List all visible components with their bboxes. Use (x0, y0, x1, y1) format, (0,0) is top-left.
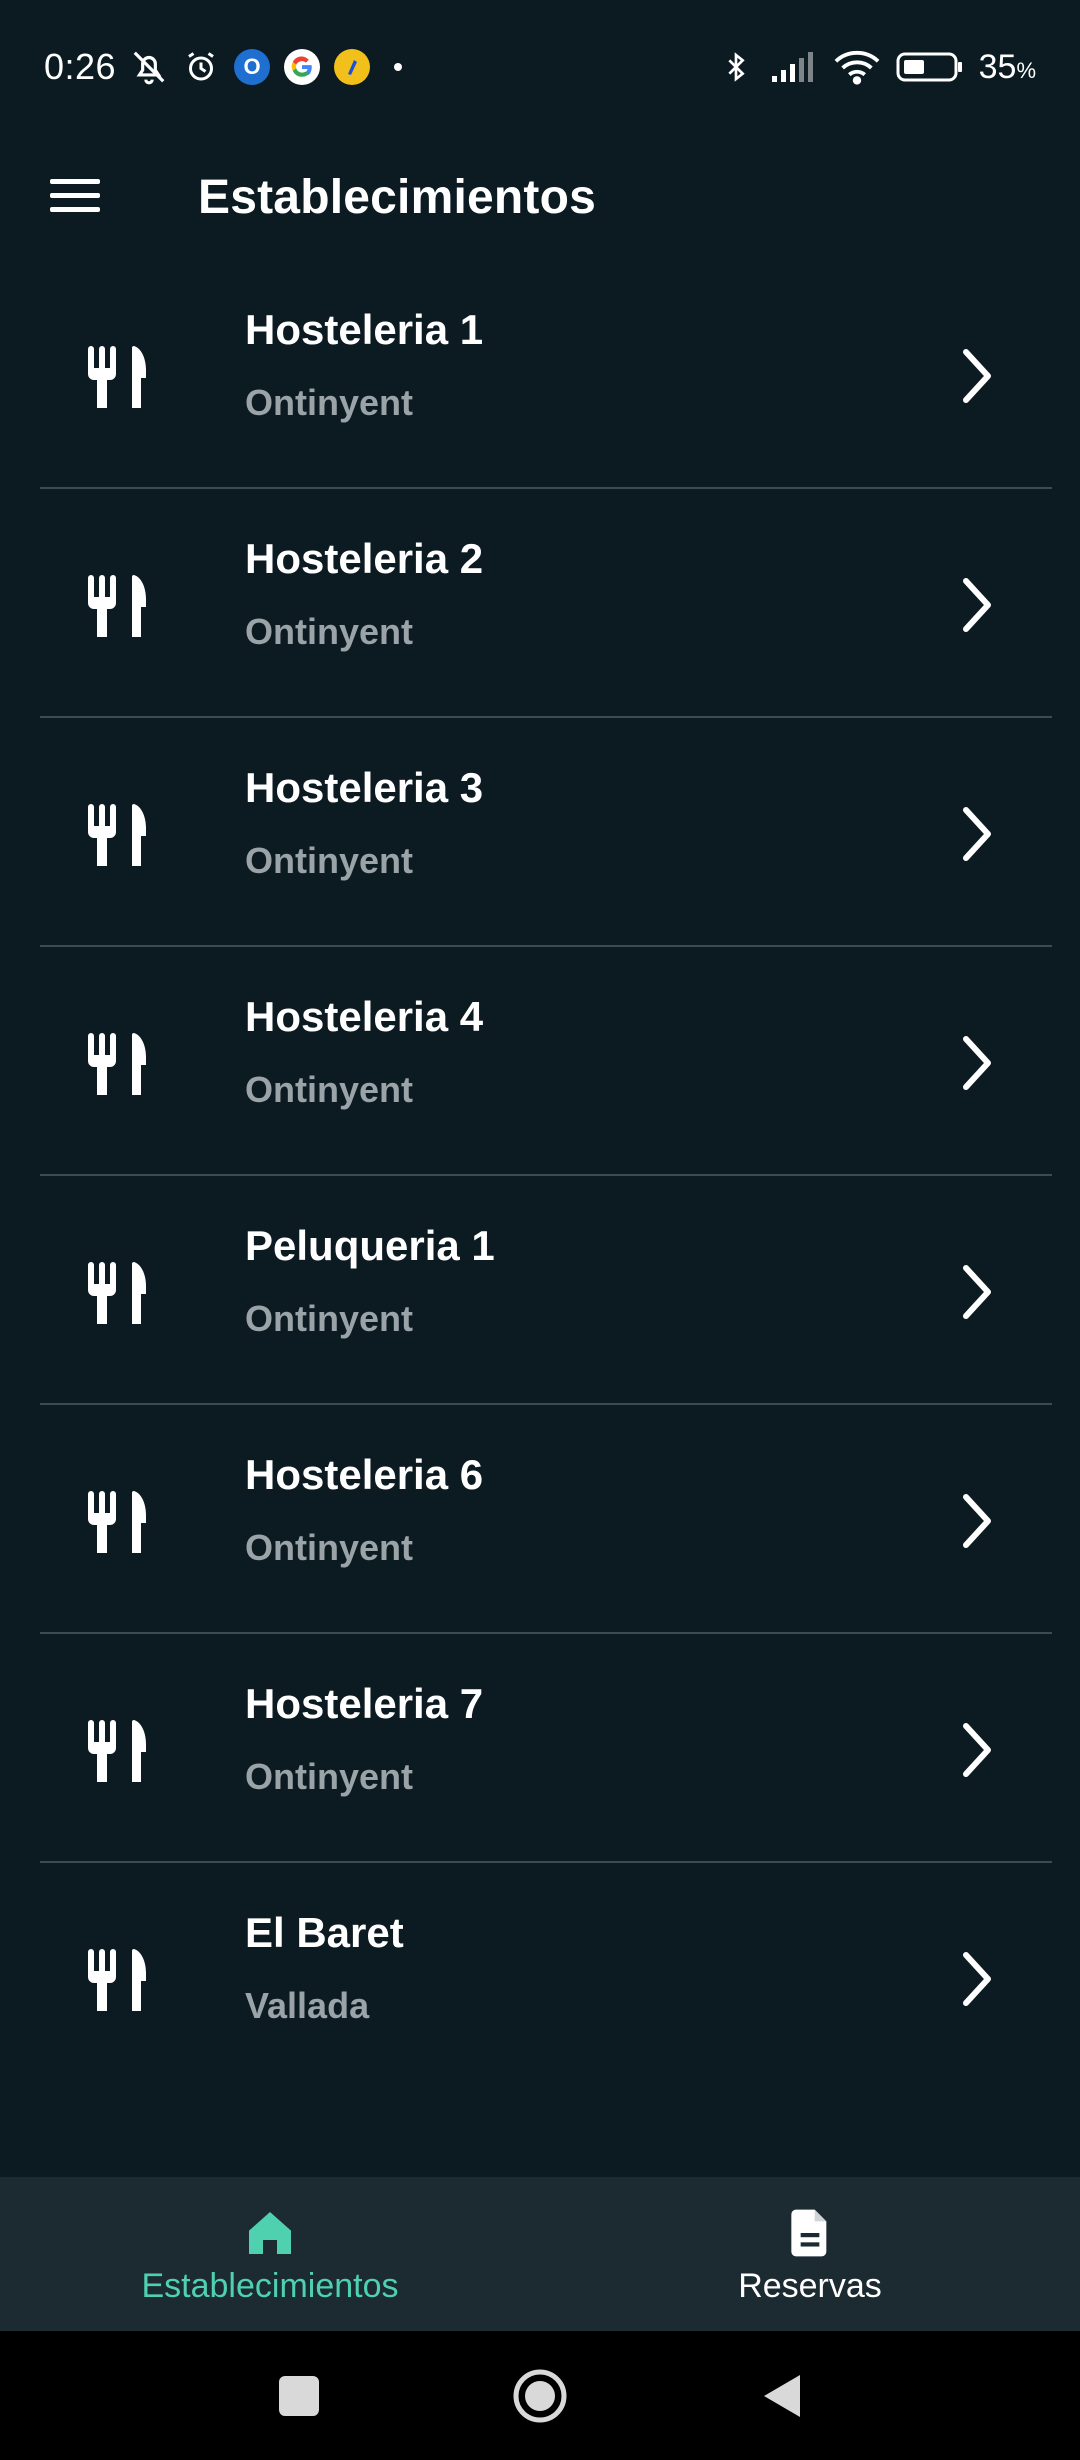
establishment-item[interactable]: El Baret Vallada (40, 1863, 1052, 2090)
establishment-list: Hosteleria 1 Ontinyent Hosteleria 2 Onti… (40, 260, 1052, 2090)
establishment-name: Hosteleria 2 (245, 535, 484, 582)
chevron-right-icon (963, 1036, 991, 1090)
chevron-right-icon (963, 1952, 991, 2006)
home-button-icon[interactable] (507, 2363, 573, 2429)
restaurant-icon (88, 1262, 146, 1324)
battery-icon (895, 48, 965, 86)
battery-value: 35 (978, 47, 1017, 86)
menu-button[interactable] (40, 160, 110, 230)
bluetooth-icon (717, 48, 755, 86)
establishment-city: Ontinyent (245, 1298, 413, 1339)
establishment-name: Hosteleria 1 (245, 306, 484, 353)
restaurant-icon (88, 575, 146, 637)
establishment-name: Peluqueria 1 (245, 1222, 495, 1269)
home-icon (249, 2212, 291, 2254)
establishment-city: Vallada (245, 1985, 370, 2026)
restaurant-icon (88, 346, 146, 408)
restaurant-icon (88, 1720, 146, 1782)
establishment-city: Ontinyent (245, 382, 413, 423)
establishment-name: Hosteleria 6 (245, 1451, 484, 1498)
muted-bell-icon (130, 48, 168, 86)
nav-label-establecimientos: Establecimientos (141, 2267, 399, 2305)
establishment-city: Ontinyent (245, 1527, 413, 1568)
status-time: 0:26 (44, 46, 117, 87)
back-icon[interactable] (750, 2363, 816, 2429)
chevron-right-icon (963, 349, 991, 403)
recent-apps-icon[interactable] (266, 2363, 332, 2429)
establishment-item[interactable]: Hosteleria 7 Ontinyent (40, 1634, 1052, 1863)
chevron-right-icon (963, 807, 991, 861)
chevron-right-icon (963, 578, 991, 632)
restaurant-icon (88, 804, 146, 866)
status-left: 0:26 O (44, 46, 403, 88)
battery-level: 35% (979, 48, 1036, 87)
nav-item-reservas[interactable]: Reservas (540, 2177, 1080, 2331)
establishment-city: Ontinyent (245, 1069, 413, 1110)
establishment-item[interactable]: Hosteleria 2 Ontinyent (40, 489, 1052, 718)
battery-unit: % (1016, 57, 1036, 83)
establishment-item[interactable]: Hosteleria 1 Ontinyent (40, 260, 1052, 489)
status-right: 35% (717, 48, 1036, 87)
chevron-right-icon (963, 1723, 991, 1777)
nav-label-reservas: Reservas (738, 2267, 882, 2305)
chevron-right-icon (963, 1494, 991, 1548)
outlook-icon: O (234, 49, 271, 85)
bottom-navigation: Establecimientos Reservas (0, 2177, 1080, 2331)
establishment-item[interactable]: Hosteleria 6 Ontinyent (40, 1405, 1052, 1634)
app-bar: Establecimientos (0, 134, 1080, 254)
establishment-city: Ontinyent (245, 1756, 413, 1797)
restaurant-icon (88, 1491, 146, 1553)
establishment-item[interactable]: Hosteleria 3 Ontinyent (40, 718, 1052, 947)
hamburger-menu-icon (50, 179, 100, 212)
system-navigation-bar (0, 2331, 1080, 2460)
wifi-icon (833, 48, 881, 86)
google-icon (284, 49, 321, 85)
restaurant-icon (88, 1949, 146, 2011)
document-icon (791, 2209, 827, 2257)
signal-icon (769, 48, 819, 86)
nav-item-establecimientos[interactable]: Establecimientos (0, 2177, 540, 2331)
alarm-icon (182, 48, 220, 86)
more-notifications-dot (394, 63, 403, 71)
establishment-city: Ontinyent (245, 611, 413, 652)
establishment-name: Hosteleria 3 (245, 764, 484, 811)
establishment-item[interactable]: Peluqueria 1 Ontinyent (40, 1176, 1052, 1405)
establishment-name: Hosteleria 7 (245, 1680, 484, 1727)
establishment-name: El Baret (245, 1909, 404, 1956)
establishment-city: Ontinyent (245, 840, 413, 881)
restaurant-icon (88, 1033, 146, 1095)
status-bar: 0:26 O 35% (0, 0, 1080, 134)
establishment-name: Hosteleria 4 (245, 993, 484, 1040)
page-title: Establecimientos (198, 171, 597, 224)
chevron-right-icon (963, 1265, 991, 1319)
app-notification-icon (334, 49, 371, 85)
screen: 0:26 O 35% Establecimientos Hosteleria 1… (0, 0, 1080, 2460)
establishment-item[interactable]: Hosteleria 4 Ontinyent (40, 947, 1052, 1176)
